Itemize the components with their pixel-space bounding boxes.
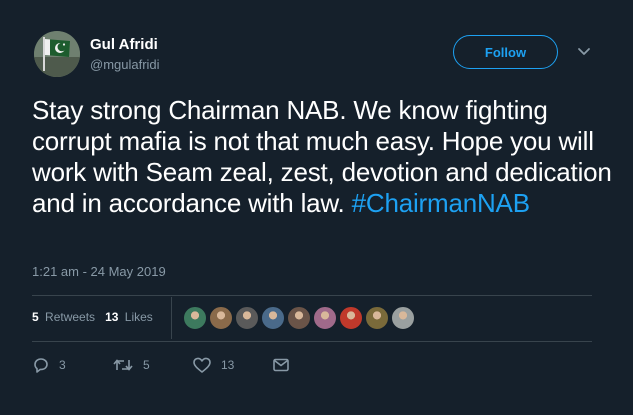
follow-button[interactable]: Follow	[453, 35, 558, 69]
divider	[32, 341, 592, 342]
tweet-timestamp[interactable]: 1:21 am - 24 May 2019	[32, 264, 166, 279]
author-handle[interactable]: @mgulafridi	[90, 57, 160, 73]
reply-icon	[34, 358, 48, 373]
liker-avatar-8[interactable]	[365, 306, 389, 330]
liker-avatar-9[interactable]	[391, 306, 415, 330]
likes-label: Likes	[124, 310, 153, 324]
tweet-menu-button[interactable]	[575, 45, 593, 59]
retweets-count: 5	[32, 310, 39, 324]
liker-avatar-1[interactable]	[183, 306, 207, 330]
retweet-icon	[113, 359, 133, 371]
engagement-stats: 5 Retweets 13 Likes	[32, 310, 163, 324]
liker-avatar-6[interactable]	[313, 306, 337, 330]
tweet-actions: 3 5 13	[32, 356, 332, 378]
chevron-down-icon	[578, 48, 590, 55]
liker-avatar-7[interactable]	[339, 306, 363, 330]
retweets-label: Retweets	[45, 310, 96, 324]
divider	[32, 295, 592, 296]
liker-avatar-4[interactable]	[261, 306, 285, 330]
likes-stat[interactable]: 13 Likes	[105, 310, 153, 324]
reply-count: 3	[59, 358, 66, 372]
hashtag-link[interactable]: #ChairmanNAB	[352, 188, 530, 218]
reply-button[interactable]: 3	[32, 356, 66, 374]
liker-avatar-5[interactable]	[287, 306, 311, 330]
heart-icon	[193, 357, 211, 373]
author-name[interactable]: Gul Afridi	[90, 36, 158, 54]
pakistan-flag-avatar-icon	[34, 31, 80, 77]
likers-list	[183, 306, 417, 330]
tweet-text: Stay strong Chairman NAB. We know fighti…	[32, 95, 612, 219]
tweet-card: Gul Afridi @mgulafridi Follow Stay stron…	[0, 0, 633, 415]
author-avatar[interactable]	[34, 31, 80, 77]
retweet-button[interactable]: 5	[112, 356, 150, 374]
like-count: 13	[221, 358, 235, 372]
like-button[interactable]: 13	[192, 356, 234, 374]
likes-count: 13	[105, 310, 119, 324]
retweets-stat[interactable]: 5 Retweets	[32, 310, 95, 324]
stats-separator	[171, 297, 172, 339]
liker-avatar-2[interactable]	[209, 306, 233, 330]
envelope-icon	[273, 358, 289, 372]
message-button[interactable]	[272, 356, 290, 374]
liker-avatar-3[interactable]	[235, 306, 259, 330]
retweet-count: 5	[143, 358, 150, 372]
